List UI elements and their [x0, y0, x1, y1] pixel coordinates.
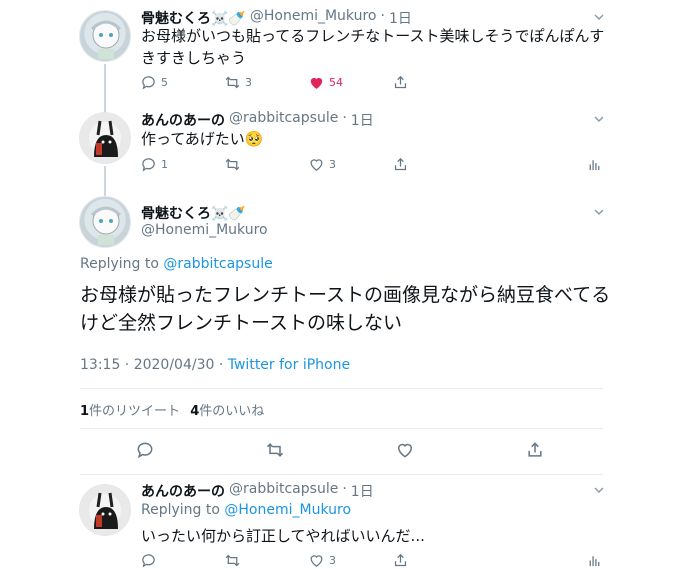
tweet-text: いったい何から訂正してやればいいんだ...: [141, 527, 425, 545]
reply-count: 5: [161, 76, 168, 89]
replying-to: Replying to @Honemi_Mukuro: [141, 502, 351, 518]
user-handle[interactable]: @rabbitcapsule: [229, 110, 338, 130]
reply-icon: [137, 442, 153, 459]
like-button[interactable]: [395, 440, 415, 460]
tweet-datetime[interactable]: 13:15 · 2020/04/30 ·: [80, 357, 228, 373]
replying-to-label: Replying to: [80, 256, 164, 272]
reply-icon: [142, 554, 155, 568]
heart-outline-icon: [397, 443, 413, 458]
chevron-down-icon[interactable]: [592, 10, 606, 24]
heart-outline-icon: [310, 555, 323, 567]
replying-to-label: Replying to: [141, 502, 225, 518]
share-icon: [394, 75, 407, 89]
display-name[interactable]: あんのあーの: [141, 110, 225, 130]
reply-button[interactable]: 5: [140, 74, 168, 91]
avatar[interactable]: [79, 484, 131, 536]
like-button[interactable]: 3: [308, 156, 336, 173]
retweet-stat[interactable]: 1件のリツイート: [80, 404, 180, 419]
retweet-stat-count: 1: [80, 404, 90, 419]
retweet-icon: [225, 158, 240, 171]
share-button[interactable]: [392, 156, 409, 173]
reply-button[interactable]: 1: [140, 156, 168, 173]
reply-icon: [142, 158, 155, 172]
share-button[interactable]: [525, 440, 545, 460]
tweet-text: 作ってあげたい🥺: [141, 130, 264, 148]
chevron-down-icon[interactable]: [592, 112, 606, 126]
user-handle[interactable]: @Honemi_Mukuro: [141, 222, 268, 238]
like-stat-label: 件のいいね: [199, 404, 265, 419]
retweet-icon: [225, 554, 240, 567]
display-name[interactable]: あんのあーの: [141, 481, 225, 501]
avatar[interactable]: [79, 112, 131, 164]
like-stat-count: 4: [190, 404, 200, 419]
share-button[interactable]: [392, 552, 409, 569]
retweet-stat-label: 件のリツイート: [89, 404, 181, 419]
like-stat[interactable]: 4件のいいね: [190, 404, 264, 419]
replying-to-handle[interactable]: @rabbitcapsule: [163, 256, 272, 272]
thread-line: [104, 166, 106, 198]
analytics-icon: [589, 160, 600, 171]
like-button[interactable]: 54: [308, 74, 343, 91]
divider: [80, 428, 603, 429]
separator-dot: ·: [342, 110, 347, 126]
analytics-button[interactable]: [586, 552, 603, 569]
replying-to: Replying to @rabbitcapsule: [80, 256, 273, 272]
like-count: 3: [329, 554, 336, 567]
main-tweet-text: お母様が貼ったフレンチトーストの画像見ながら納豆食べてるけど全然フレンチトースト…: [80, 284, 611, 334]
reply-button[interactable]: [135, 440, 155, 460]
share-icon: [394, 157, 407, 171]
display-name[interactable]: 骨魅むくろ☠️🍼: [141, 203, 246, 223]
tweet-time[interactable]: 1日: [351, 481, 374, 501]
retweet-icon: [225, 76, 240, 89]
heart-outline-icon: [310, 159, 323, 171]
thread-line: [104, 64, 106, 112]
analytics-button[interactable]: [586, 156, 603, 173]
tweet-source[interactable]: Twitter for iPhone: [228, 357, 350, 373]
separator-dot: ·: [342, 481, 347, 497]
analytics-icon: [589, 556, 600, 567]
chevron-down-icon[interactable]: [592, 205, 606, 219]
reply-button[interactable]: [140, 552, 161, 569]
share-button[interactable]: [392, 74, 409, 91]
reply-icon: [142, 76, 155, 90]
chevron-down-icon[interactable]: [592, 483, 606, 497]
divider: [80, 474, 603, 475]
retweet-button[interactable]: [224, 156, 245, 173]
replying-to-handle[interactable]: @Honemi_Mukuro: [224, 502, 351, 518]
tweet-time[interactable]: 1日: [351, 110, 374, 130]
like-count: 54: [329, 76, 343, 89]
retweet-button[interactable]: [224, 552, 245, 569]
retweet-count: 3: [245, 76, 252, 89]
like-button[interactable]: 3: [308, 552, 336, 569]
tweet-stats: 1件のリツイート 4件のいいね: [80, 400, 264, 419]
user-handle[interactable]: @rabbitcapsule: [229, 481, 338, 501]
share-icon: [528, 442, 542, 457]
retweet-button[interactable]: 3: [224, 74, 252, 91]
divider: [80, 388, 603, 389]
like-count: 3: [329, 158, 336, 171]
heart-filled-icon: [310, 77, 323, 89]
retweet-button[interactable]: [265, 440, 285, 460]
tweet-meta: 13:15 · 2020/04/30 · Twitter for iPhone: [80, 357, 350, 373]
reply-count: 1: [161, 158, 168, 171]
share-icon: [394, 553, 407, 567]
retweet-icon: [266, 443, 284, 457]
tweet-text: お母様がいつも貼ってるフレンチなトースト美味しそうでぽんぽんすきすきしちゃう: [141, 27, 605, 67]
avatar[interactable]: [79, 10, 131, 62]
avatar[interactable]: [79, 196, 131, 248]
